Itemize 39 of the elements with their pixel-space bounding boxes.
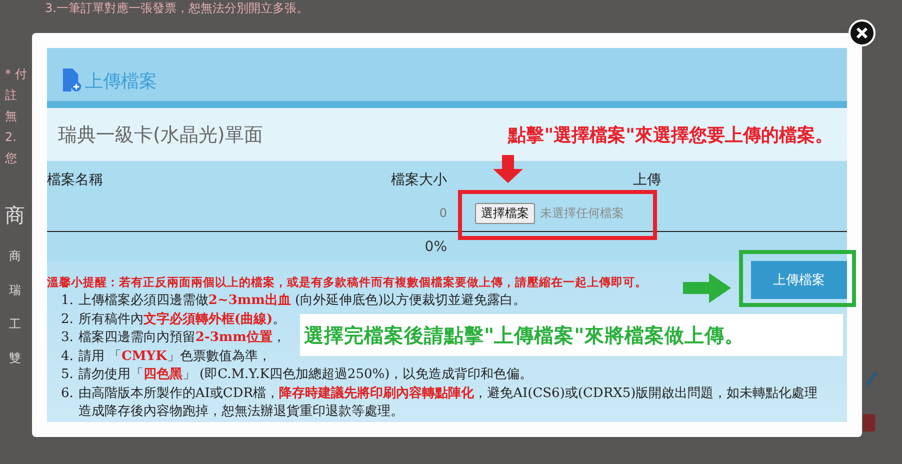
- background-text: 您: [5, 151, 17, 165]
- background-text: 無: [5, 109, 17, 123]
- background-text: 雙: [9, 351, 21, 365]
- reminder-text: 溫馨小提醒：若有正反兩面兩個以上的檔案，或是有多款稿件而有複數個檔案要做上傳，請壓縮在一起上傳即可。: [47, 274, 647, 289]
- background-text: 工: [9, 317, 21, 331]
- column-header: 檔案名稱: [47, 171, 104, 189]
- list-number: 4.: [61, 348, 74, 366]
- list-number: 1.: [61, 292, 74, 310]
- note-text: 請用 「CMYK」色票數值為準，: [78, 348, 271, 366]
- background-text: * 付: [5, 67, 27, 81]
- list-number: 6.: [61, 384, 74, 402]
- note-text: 上傳檔案必須四邊需做2~3mm出血 (向外延伸底色)以方便裁切並避免露白。: [78, 292, 526, 310]
- note-text: 請勿使用「四色黑」 (即C.M.Y.K四色加總超過250%)，以免造成背印和色偏。: [78, 366, 533, 384]
- section-heading: 商: [5, 203, 25, 227]
- note-text: 檔案四邊需向內預留2-3mm位置，: [78, 329, 286, 347]
- note-text: 所有稿件內文字必須轉外框(曲線)。: [78, 310, 286, 328]
- file-size: 0: [438, 206, 447, 220]
- column-header: 檔案大小: [390, 171, 447, 189]
- progress-text: 0%: [424, 238, 447, 254]
- file-add-icon: [61, 67, 82, 93]
- background-text: 註: [5, 88, 17, 102]
- annotation-text: 選擇完檔案後請點擊"上傳檔案"來將檔案做上傳。: [300, 314, 843, 356]
- file-status: 未選擇任何檔案: [540, 204, 624, 222]
- column-header: 上傳: [632, 171, 662, 189]
- dialog-title: 上傳檔案: [85, 71, 157, 93]
- background-text: 瑞: [9, 283, 21, 297]
- note-text: 由高階版本所製作的AI或CDR檔，降存時建議先將印刷內容轉點陣化，避免AI(CS6)或(CDRX5)版開啟出問題，如未轉點化處理造成降存後內容物跑掉，恕無法辦退貨重印退款等處理。: [78, 384, 819, 421]
- choose-file-button[interactable]: 選擇檔案: [475, 202, 535, 224]
- down-arrow-icon: [493, 155, 523, 183]
- annotation-text: 點擊"選擇檔案"來選擇您要上傳的檔案。: [508, 124, 833, 146]
- product-name: 瑞典一級卡(水晶光)單面: [58, 122, 263, 148]
- background-text: 2.: [5, 130, 16, 144]
- list-number: 2.: [61, 310, 74, 328]
- close-icon[interactable]: [848, 19, 876, 47]
- order-note: 3.一筆訂單對應一張發票，恕無法分別開立多張。: [45, 1, 308, 15]
- list-number: 5.: [61, 366, 74, 384]
- background-text: 商: [9, 249, 21, 263]
- list-number: 3.: [61, 329, 74, 347]
- right-arrow-icon: [683, 273, 731, 303]
